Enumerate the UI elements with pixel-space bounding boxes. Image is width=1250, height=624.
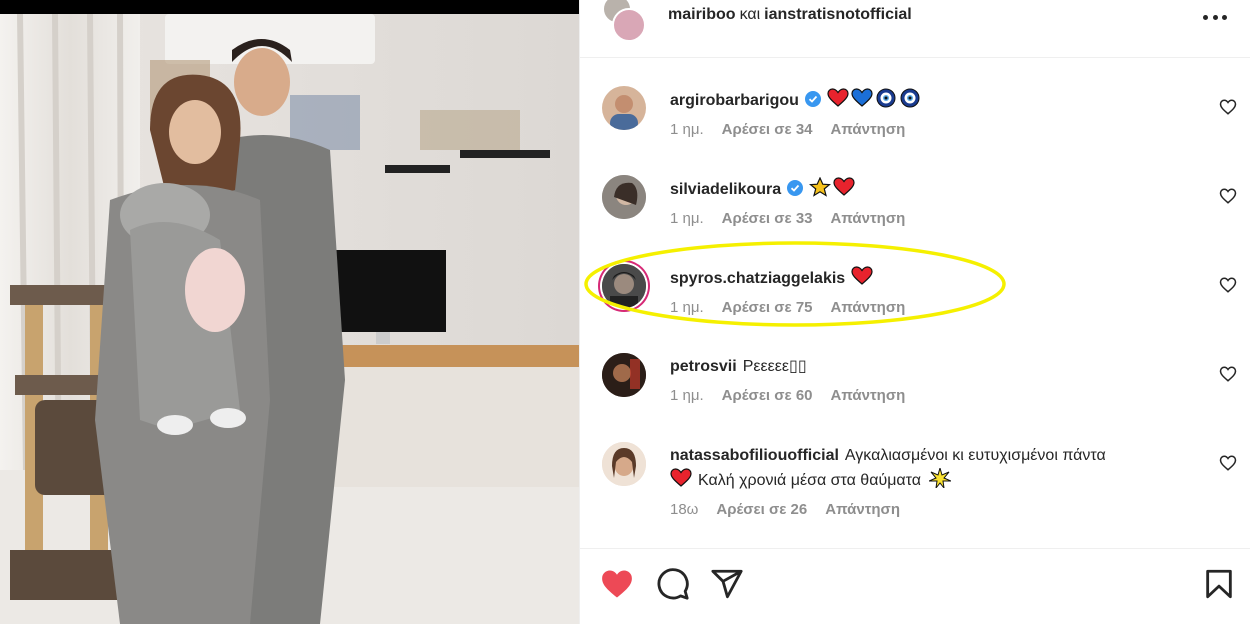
comment-meta: 18ω Αρέσει σε 26 Απάντηση	[670, 501, 1190, 518]
post-actions-bar	[580, 548, 1250, 624]
comment-time: 1 ημ.	[670, 210, 704, 227]
nazar-amulet-emoji	[876, 88, 896, 108]
like-heart-icon[interactable]	[1219, 98, 1237, 116]
reply-button[interactable]: Απάντηση	[825, 501, 900, 518]
blue-heart-emoji	[851, 88, 873, 107]
avatar-user2[interactable]	[612, 8, 646, 42]
comment-username[interactable]: natassabofiliouofficial	[670, 447, 839, 464]
header-avatars[interactable]	[602, 0, 648, 42]
star-emoji	[809, 177, 832, 197]
highlight-ellipse	[584, 241, 1006, 327]
heart-filled-icon[interactable]	[600, 567, 634, 601]
avatar[interactable]	[602, 175, 646, 219]
header-username-2[interactable]: ianstratisnotofficial	[764, 6, 912, 23]
comment-body: petrosvii Ρεεεεε▯▯ 1 ημ. Αρέσει σε 60 Απάντ…	[670, 355, 1190, 404]
like-heart-icon[interactable]	[1219, 187, 1237, 205]
post-header: mairiboo και ianstratisnotofficial	[580, 0, 1250, 58]
comment-username[interactable]: silviadelikoura	[670, 181, 781, 198]
comment-content-line2: Καλή χρονιά μέσα στα θαύματα	[698, 472, 922, 489]
header-conjunction: και	[739, 6, 761, 23]
reply-button[interactable]: Απάντηση	[831, 210, 906, 227]
reply-button[interactable]: Απάντηση	[831, 387, 906, 404]
nazar-amulet-emoji	[900, 88, 920, 108]
like-heart-icon[interactable]	[1219, 454, 1237, 472]
comment-username[interactable]: argirobarbarigou	[670, 92, 799, 109]
comment-likes[interactable]: Αρέσει σε 26	[716, 501, 807, 518]
verified-badge-icon	[787, 180, 804, 196]
comment-time: 1 ημ.	[670, 121, 704, 138]
post-photo	[0, 0, 579, 624]
post-photo-image	[0, 0, 579, 624]
more-options-icon[interactable]	[1203, 10, 1227, 24]
reply-button[interactable]: Απάντηση	[831, 121, 906, 138]
comment-meta: 1 ημ. Αρέσει σε 33 Απάντηση	[670, 210, 1190, 227]
comment-meta: 1 ημ. Αρέσει σε 60 Απάντηση	[670, 387, 1190, 404]
header-usernames: mairiboo και ianstratisnotofficial	[668, 6, 912, 24]
red-heart-emoji	[833, 177, 855, 196]
like-heart-icon[interactable]	[1219, 276, 1237, 294]
red-heart-emoji	[827, 88, 849, 107]
comment-likes[interactable]: Αρέσει σε 60	[722, 387, 813, 404]
comment-text: silviadelikoura	[670, 177, 1190, 202]
comment-time: 1 ημ.	[670, 387, 704, 404]
avatar[interactable]	[602, 442, 646, 486]
comment-body: natassabofiliouofficial Αγκαλιασμένοι κι …	[670, 444, 1190, 518]
verified-badge-icon	[804, 91, 821, 107]
comment-body: silviadelikoura 1 ημ. Αρέσει σε 33 Απάντησ…	[670, 177, 1190, 227]
comment-likes[interactable]: Αρέσει σε 33	[722, 210, 813, 227]
share-icon[interactable]	[710, 567, 744, 601]
avatar[interactable]	[602, 86, 646, 130]
like-heart-icon[interactable]	[1219, 365, 1237, 383]
red-heart-emoji	[670, 468, 692, 487]
header-username-1[interactable]: mairiboo	[668, 6, 736, 23]
comment-likes[interactable]: Αρέσει σε 34	[722, 121, 813, 138]
comment-text: argirobarbarigou	[670, 88, 1190, 113]
comment-icon[interactable]	[656, 567, 690, 601]
avatar[interactable]	[602, 353, 646, 397]
comment-time: 18ω	[670, 501, 699, 518]
comment-username[interactable]: petrosvii	[670, 358, 737, 375]
comment-body: argirobarbarigou 1 ημ. Αρέσει σε 34 Απάντη…	[670, 88, 1190, 138]
comment-text: petrosvii Ρεεεεε▯▯	[670, 355, 1190, 379]
comment-content: Αγκαλιασμένοι κι ευτυχισμένοι πάντα	[844, 447, 1106, 464]
comment-content: Ρεεεεε▯▯	[742, 358, 807, 375]
comment-text: natassabofiliouofficial Αγκαλιασμένοι κι …	[670, 444, 1190, 493]
comment-meta: 1 ημ. Αρέσει σε 34 Απάντηση	[670, 121, 1190, 138]
bookmark-icon[interactable]	[1202, 567, 1236, 601]
sparkle-emoji	[929, 468, 952, 488]
